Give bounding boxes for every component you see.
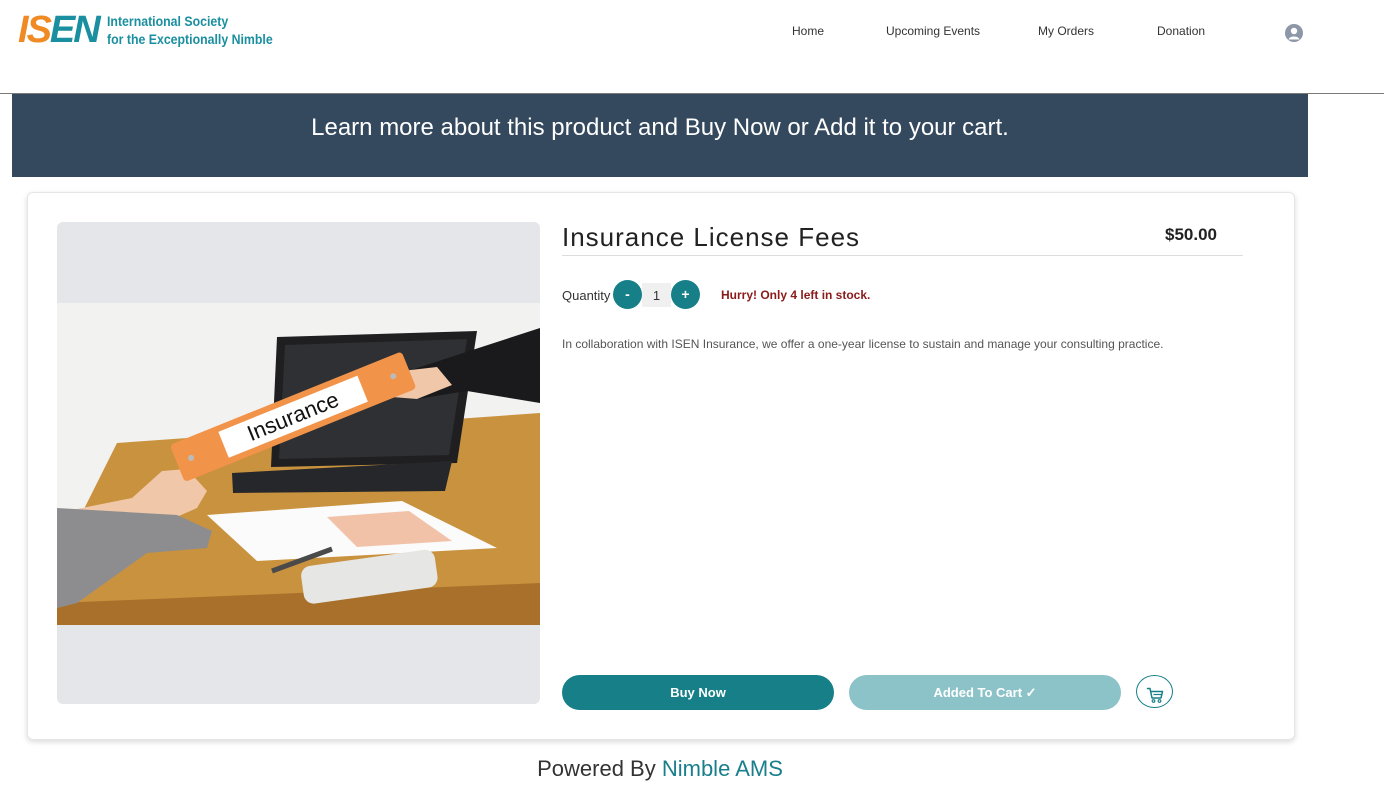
logo-line-2: for the Exceptionally Nimble <box>106 31 273 47</box>
product-image: Insurance <box>57 222 540 704</box>
nav-donation[interactable]: Donation <box>1157 24 1205 38</box>
user-avatar-icon[interactable] <box>1285 24 1303 42</box>
logo-letter-e: E <box>49 9 75 51</box>
nimble-ams-link[interactable]: Nimble AMS <box>662 756 783 781</box>
product-description: In collaboration with ISEN Insurance, we… <box>562 337 1164 351</box>
nav-my-orders[interactable]: My Orders <box>1038 24 1094 38</box>
logo-letter-n: N <box>73 9 100 51</box>
buy-now-button[interactable]: Buy Now <box>562 675 834 710</box>
powered-by-text: Powered By <box>537 756 656 781</box>
isen-logo[interactable]: ISEN International Society for the Excep… <box>18 10 295 50</box>
product-card: Insurance Insurance License Fees $50.00 … <box>27 192 1295 740</box>
logo-line-1: International Society <box>106 13 228 29</box>
nav-upcoming-events[interactable]: Upcoming Events <box>886 24 980 38</box>
view-cart-button[interactable] <box>1136 675 1173 708</box>
quantity-decrease-button[interactable]: - <box>613 280 642 309</box>
product-photo: Insurance <box>57 303 540 625</box>
logo-mark: ISEN <box>18 9 101 51</box>
title-divider <box>562 255 1243 256</box>
quantity-increase-button[interactable]: + <box>671 280 700 309</box>
site-header: ISEN International Society for the Excep… <box>0 0 1384 94</box>
powered-by-footer: Powered By Nimble AMS <box>0 756 1320 782</box>
page-banner: Learn more about this product and Buy No… <box>12 94 1308 177</box>
product-title: Insurance License Fees <box>562 222 861 252</box>
stock-warning: Hurry! Only 4 left in stock. <box>721 288 871 302</box>
nav-home[interactable]: Home <box>792 24 824 38</box>
cart-icon <box>1146 687 1163 703</box>
quantity-label: Quantity <box>562 288 611 303</box>
quantity-input[interactable] <box>642 283 671 307</box>
added-to-cart-button[interactable]: Added To Cart ✓ <box>849 675 1121 710</box>
logo-letter-s: S <box>26 9 52 51</box>
logo-letter-i: I <box>18 9 28 51</box>
logo-text: International Society for the Exceptiona… <box>107 12 273 48</box>
product-price: $50.00 <box>1165 225 1217 244</box>
